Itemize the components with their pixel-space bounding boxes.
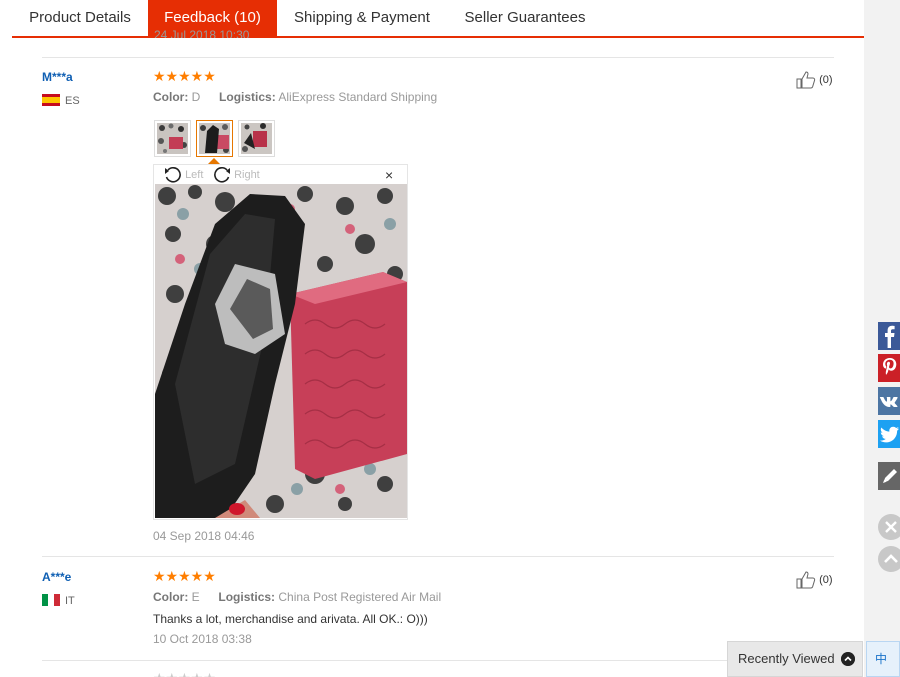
recently-viewed-label: Recently Viewed <box>738 651 835 666</box>
tab-bar: Product Details Feedback (10) Shipping &… <box>12 0 864 38</box>
twitter-share-button[interactable] <box>878 420 900 448</box>
rotate-left-button[interactable]: Left <box>164 166 204 183</box>
review-photo <box>155 184 407 518</box>
rotate-left-label: Left <box>185 168 204 181</box>
pinterest-share-button[interactable] <box>878 354 900 382</box>
italy-flag-icon <box>42 594 60 606</box>
star-rating: ★★★★★ <box>153 68 216 84</box>
chevron-up-icon[interactable] <box>841 652 855 666</box>
vk-share-button[interactable] <box>878 387 900 415</box>
chevron-up-icon <box>884 554 898 563</box>
spain-flag-icon <box>42 94 60 106</box>
back-to-top-button[interactable] <box>878 546 900 572</box>
review-meta: Color: E Logistics: China Post Registere… <box>153 590 441 604</box>
vk-icon <box>879 397 898 407</box>
review-date: 04 Sep 2018 04:46 <box>153 529 255 543</box>
useful-count: (0) <box>819 573 833 586</box>
logistics-value: AliExpress Standard Shipping <box>278 90 438 104</box>
photo-viewer: Left Right × <box>153 164 408 520</box>
tab-shipping-payment[interactable]: Shipping & Payment <box>277 0 447 36</box>
recently-viewed-bar[interactable]: Recently Viewed <box>727 641 863 677</box>
review-divider <box>42 57 834 58</box>
review-text: Thanks a lot, merchandise and arivata. A… <box>153 612 428 626</box>
review-divider <box>42 660 834 661</box>
facebook-icon <box>885 325 895 348</box>
feedback-panel: Product Details Feedback (10) Shipping &… <box>0 0 864 677</box>
review-divider <box>42 556 834 557</box>
logistics-label: Logistics: <box>218 590 276 604</box>
logistics-value: China Post Registered Air Mail <box>278 590 442 604</box>
rotate-right-button[interactable]: Right <box>213 166 260 183</box>
photo-thumbnail-image <box>157 123 188 154</box>
close-share-button[interactable] <box>878 514 900 540</box>
photo-thumbnail-image <box>241 123 272 154</box>
review-date: 10 Oct 2018 03:38 <box>153 632 252 646</box>
tab-product-details[interactable]: Product Details <box>12 0 148 36</box>
facebook-share-button[interactable] <box>878 322 900 350</box>
close-icon <box>885 521 897 533</box>
color-label: Color: <box>153 590 189 604</box>
color-label: Color: <box>153 90 189 104</box>
tab-seller-guarantees[interactable]: Seller Guarantees <box>447 0 603 36</box>
review-photo-thumb-2[interactable] <box>196 120 233 157</box>
pinterest-icon <box>883 358 897 375</box>
edit-button[interactable] <box>878 462 900 490</box>
close-icon[interactable]: × <box>385 167 393 183</box>
review-meta: Color: D Logistics: AliExpress Standard … <box>153 90 437 104</box>
reviewer-name: M***a <box>42 70 73 84</box>
useful-button[interactable]: (0) <box>796 571 833 589</box>
twitter-icon <box>880 426 899 443</box>
rotate-right-icon <box>214 166 230 183</box>
reviewer-country: IT <box>65 595 75 607</box>
reviewer-name: A***e <box>42 570 72 584</box>
review-photo-thumb-1[interactable] <box>154 120 191 157</box>
useful-button[interactable]: (0) <box>796 71 833 89</box>
color-value: E <box>191 590 200 604</box>
color-value: D <box>191 90 201 104</box>
useful-count: (0) <box>819 73 833 86</box>
reviewer-country: ES <box>65 95 80 107</box>
next-review-stars: ★★★★★ <box>153 670 216 677</box>
rotate-left-icon <box>165 166 181 183</box>
rotate-right-label: Right <box>234 168 260 181</box>
previous-review-date: 24 Jul 2018 10:30 <box>154 30 250 38</box>
star-rating: ★★★★★ <box>153 568 216 584</box>
review-photo-thumb-3[interactable] <box>238 120 275 157</box>
thumbs-up-icon <box>796 571 816 589</box>
edit-icon <box>883 469 897 483</box>
photo-thumbnail-image <box>199 123 230 154</box>
thumbs-up-icon <box>796 71 816 89</box>
ime-indicator[interactable]: 中 <box>866 641 900 677</box>
logistics-label: Logistics: <box>219 90 276 104</box>
